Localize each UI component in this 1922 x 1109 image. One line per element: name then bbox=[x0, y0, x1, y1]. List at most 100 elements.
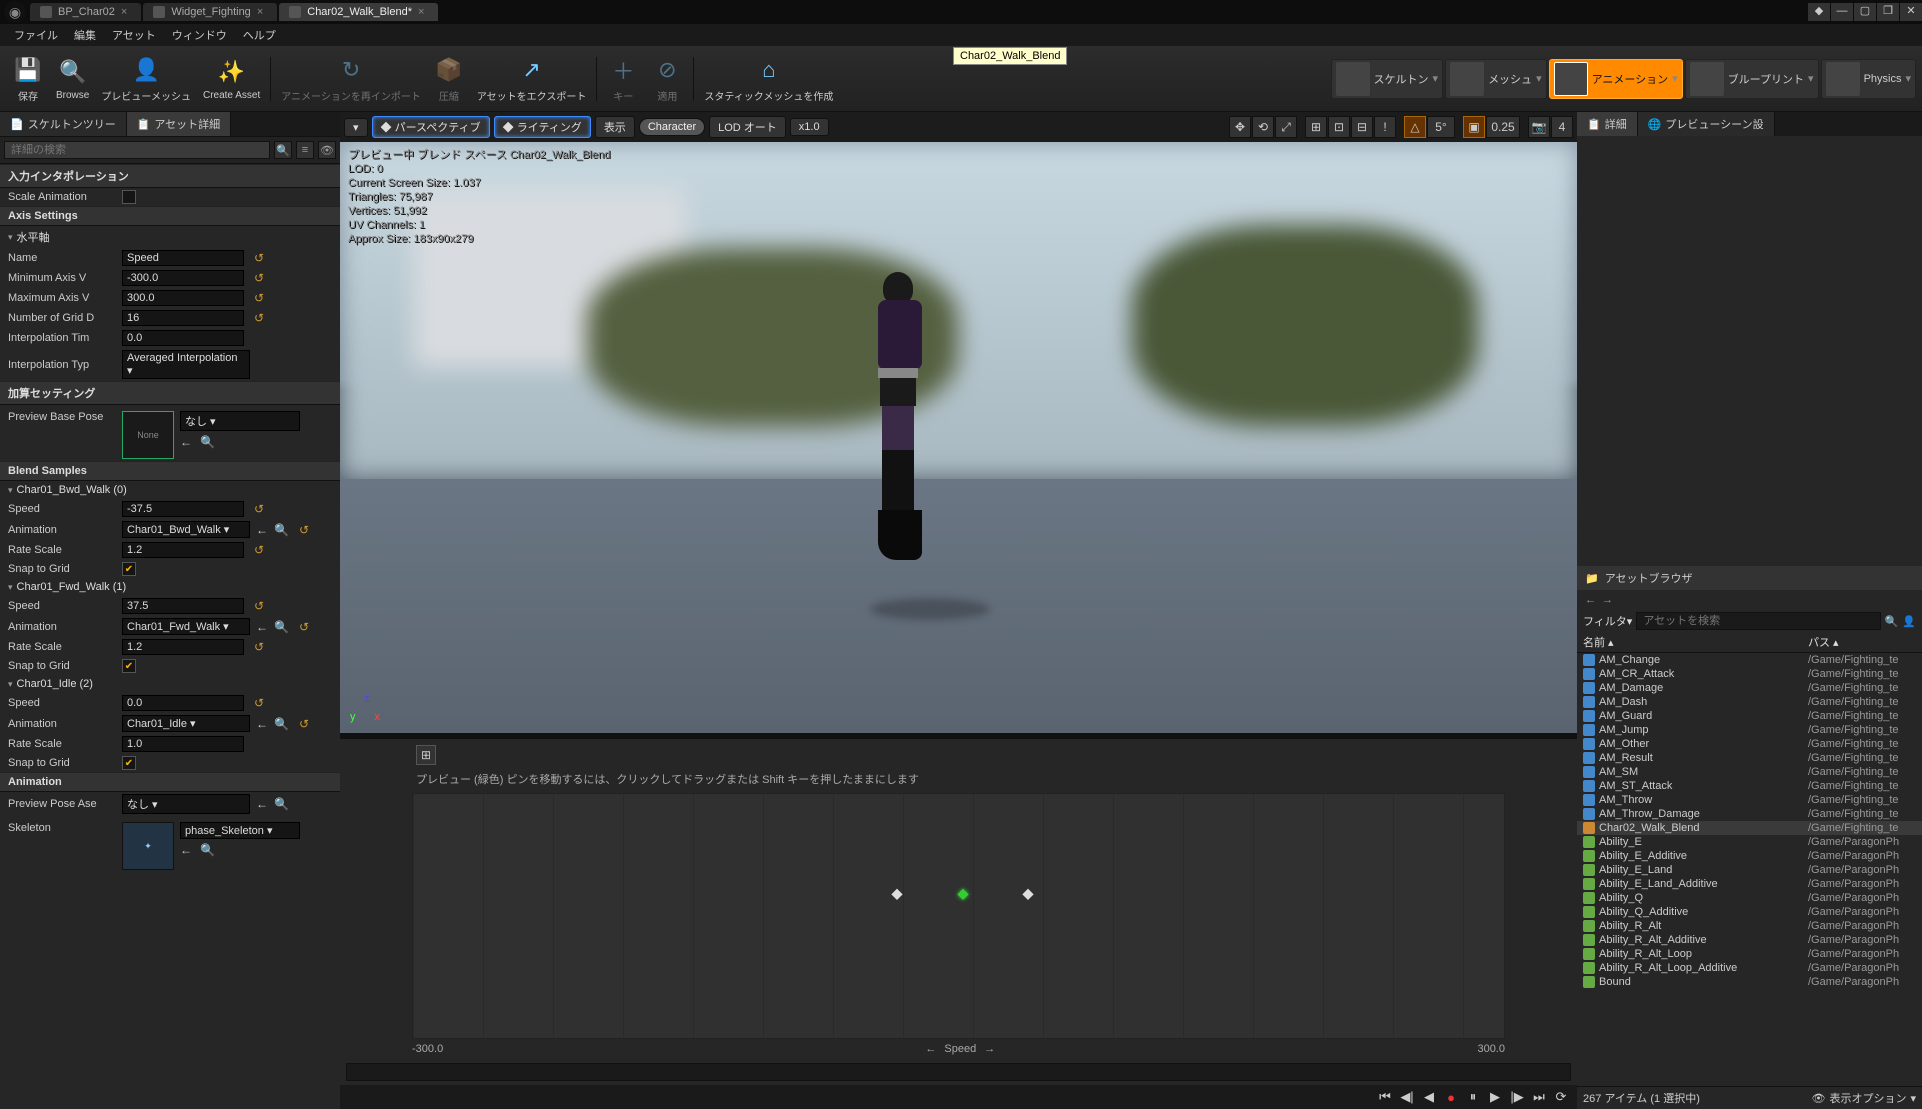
notify-icon[interactable]: ◆ bbox=[1808, 3, 1830, 21]
asset-row[interactable]: Ability_Q_Additive/Game/ParagonPh bbox=[1577, 905, 1922, 919]
chevron-down-icon[interactable]: ▾ bbox=[1808, 72, 1814, 85]
browse-icon[interactable]: 🔍 bbox=[274, 523, 289, 537]
sample-speed-input[interactable] bbox=[122, 695, 244, 711]
reset-icon[interactable]: ↺ bbox=[254, 291, 264, 305]
angle-snap-icon[interactable]: △ bbox=[1404, 116, 1426, 138]
nav-fwd-icon[interactable]: → bbox=[1602, 594, 1613, 606]
scale-icon[interactable]: ⤢ bbox=[1275, 116, 1297, 138]
chevron-down-icon[interactable]: ▾ bbox=[1433, 72, 1439, 85]
asset-row[interactable]: Ability_R_Alt/Game/ParagonPh bbox=[1577, 919, 1922, 933]
browse-icon[interactable]: 🔍 bbox=[200, 435, 215, 449]
sample-anim-select[interactable]: Char01_Fwd_Walk ▾ bbox=[122, 618, 250, 635]
menu-ヘルプ[interactable]: ヘルプ bbox=[235, 25, 284, 45]
asset-row[interactable]: Ability_E_Land/Game/ParagonPh bbox=[1577, 863, 1922, 877]
section-additive[interactable]: 加算セッティング bbox=[0, 381, 340, 405]
toolbar-圧縮[interactable]: 📦圧縮 bbox=[427, 52, 471, 105]
subsection-horiz-axis[interactable]: 水平軸 bbox=[0, 226, 340, 248]
menu-アセット[interactable]: アセット bbox=[104, 25, 164, 45]
sample-anim-select[interactable]: Char01_Idle ▾ bbox=[122, 715, 250, 732]
tab-preview-scene[interactable]: 🌐 プレビューシーン設 bbox=[1638, 112, 1775, 136]
reset-icon[interactable]: ↺ bbox=[254, 271, 264, 285]
skeleton-select[interactable]: phase_Skeleton ▾ bbox=[180, 822, 300, 839]
toolbar-アニメーションを再インポート[interactable]: ↻アニメーションを再インポート bbox=[275, 52, 427, 105]
browse-icon[interactable]: 🔍 bbox=[274, 797, 289, 811]
col-name-header[interactable]: 名前 bbox=[1583, 637, 1605, 649]
eye-icon[interactable]: 👁 bbox=[1812, 1092, 1826, 1105]
rotate-icon[interactable]: ⟲ bbox=[1252, 116, 1274, 138]
camera-speed-val[interactable]: 4 bbox=[1551, 116, 1573, 138]
angle-value[interactable]: 5° bbox=[1427, 116, 1455, 138]
reset-icon[interactable]: ↺ bbox=[254, 502, 264, 516]
eye-icon[interactable]: 👁 bbox=[318, 141, 336, 159]
asset-row[interactable]: Ability_E_Land_Additive/Game/ParagonPh bbox=[1577, 877, 1922, 891]
mode-メッシュ[interactable]: メッシュ▾ bbox=[1445, 59, 1547, 99]
use-asset-icon[interactable]: ← bbox=[256, 620, 268, 634]
toolbar-プレビューメッシュ[interactable]: 👤プレビューメッシュ bbox=[95, 52, 197, 105]
axis-name-input[interactable] bbox=[122, 250, 244, 266]
snap-checkbox[interactable]: ✔ bbox=[122, 659, 136, 673]
perspective-button[interactable]: ◆ パースペクティブ bbox=[372, 116, 490, 138]
asset-row[interactable]: Bound/Game/ParagonPh bbox=[1577, 975, 1922, 989]
viewport-3d[interactable]: プレビュー中 ブレンド スペース Char02_Walk_BlendLOD: 0… bbox=[340, 142, 1577, 733]
section-animation[interactable]: Animation bbox=[0, 772, 340, 792]
scale-value[interactable]: 0.25 bbox=[1486, 116, 1520, 138]
asset-row[interactable]: AM_Damage/Game/Fighting_te bbox=[1577, 681, 1922, 695]
blend-sample-header[interactable]: Char01_Idle (2) bbox=[0, 675, 340, 693]
grid-icon[interactable]: ⊞ bbox=[1305, 116, 1327, 138]
restore-button[interactable]: ❐ bbox=[1877, 3, 1899, 21]
blend-sample-point[interactable] bbox=[1022, 889, 1033, 900]
browse-icon[interactable]: 🔍 bbox=[274, 717, 289, 731]
reset-icon[interactable]: ↺ bbox=[299, 620, 309, 634]
snap-checkbox[interactable]: ✔ bbox=[122, 562, 136, 576]
filter-button[interactable]: フィルタ▾ bbox=[1583, 613, 1632, 629]
search-icon[interactable]: 🔍 bbox=[274, 141, 292, 159]
user-icon[interactable]: 👤 bbox=[1902, 615, 1916, 628]
asset-search-input[interactable] bbox=[1636, 612, 1880, 630]
toolbar-保存[interactable]: 💾保存 bbox=[6, 52, 50, 105]
sample-speed-input[interactable] bbox=[122, 598, 244, 614]
asset-browser-header[interactable]: 📁 アセットブラウザ bbox=[1577, 566, 1922, 590]
asset-row[interactable]: Ability_Q/Game/ParagonPh bbox=[1577, 891, 1922, 905]
asset-row[interactable]: AM_Change/Game/Fighting_te bbox=[1577, 653, 1922, 667]
menu-ウィンドウ[interactable]: ウィンドウ bbox=[164, 25, 235, 45]
toolbar-アセットをエクスポート[interactable]: ↗アセットをエクスポート bbox=[471, 52, 593, 105]
asset-row[interactable]: Ability_R_Alt_Additive/Game/ParagonPh bbox=[1577, 933, 1922, 947]
skip-start-button[interactable]: ⏮ bbox=[1375, 1087, 1395, 1107]
use-asset-icon[interactable]: ← bbox=[256, 797, 268, 811]
step-fwd-button[interactable]: |▶ bbox=[1507, 1087, 1527, 1107]
reset-icon[interactable]: ↺ bbox=[254, 696, 264, 710]
snap-checkbox[interactable]: ✔ bbox=[122, 756, 136, 770]
asset-row[interactable]: AM_Jump/Game/Fighting_te bbox=[1577, 723, 1922, 737]
asset-list[interactable]: AM_Change/Game/Fighting_teAM_CR_Attack/G… bbox=[1577, 653, 1922, 1086]
scale-anim-checkbox[interactable] bbox=[122, 190, 136, 204]
reset-icon[interactable]: ↺ bbox=[299, 523, 309, 537]
list-view-icon[interactable]: ≡ bbox=[296, 141, 314, 159]
mode-Physics[interactable]: Physics▾ bbox=[1821, 59, 1916, 99]
max-axis-input[interactable] bbox=[122, 290, 244, 306]
asset-row[interactable]: Char02_Walk_Blend/Game/Fighting_te bbox=[1577, 821, 1922, 835]
asset-row[interactable]: AM_Result/Game/Fighting_te bbox=[1577, 751, 1922, 765]
reset-icon[interactable]: ↺ bbox=[299, 717, 309, 731]
reset-icon[interactable]: ↺ bbox=[254, 311, 264, 325]
character-button[interactable]: Character bbox=[639, 118, 705, 136]
mode-ブループリント[interactable]: ブループリント▾ bbox=[1685, 59, 1819, 99]
skeleton-thumb[interactable]: ✦ bbox=[122, 822, 174, 870]
timeline-scrubber[interactable] bbox=[346, 1063, 1571, 1081]
grid2-icon[interactable]: ⊡ bbox=[1328, 116, 1350, 138]
interp-time-input[interactable] bbox=[122, 330, 244, 346]
play-button[interactable]: ▶ bbox=[1485, 1087, 1505, 1107]
mode-アニメーション[interactable]: アニメーション▾ bbox=[1549, 59, 1683, 99]
menu-編集[interactable]: 編集 bbox=[66, 25, 104, 45]
mode-スケルトン[interactable]: スケルトン▾ bbox=[1331, 59, 1444, 99]
use-asset-icon[interactable]: ← bbox=[256, 523, 268, 537]
minimize-button[interactable]: — bbox=[1831, 3, 1853, 21]
tab-skeleton-tree[interactable]: 📄 スケルトンツリー bbox=[0, 112, 127, 136]
editor-tab[interactable]: Widget_Fighting× bbox=[143, 3, 277, 21]
asset-row[interactable]: AM_SM/Game/Fighting_te bbox=[1577, 765, 1922, 779]
asset-row[interactable]: AM_Throw/Game/Fighting_te bbox=[1577, 793, 1922, 807]
toolbar-Create Asset[interactable]: ✨Create Asset bbox=[197, 54, 266, 103]
chevron-down-icon[interactable]: ▾ bbox=[1536, 72, 1542, 85]
asset-row[interactable]: AM_Dash/Game/Fighting_te bbox=[1577, 695, 1922, 709]
asset-row[interactable]: AM_Throw_Damage/Game/Fighting_te bbox=[1577, 807, 1922, 821]
editor-tab[interactable]: BP_Char02× bbox=[30, 3, 141, 21]
